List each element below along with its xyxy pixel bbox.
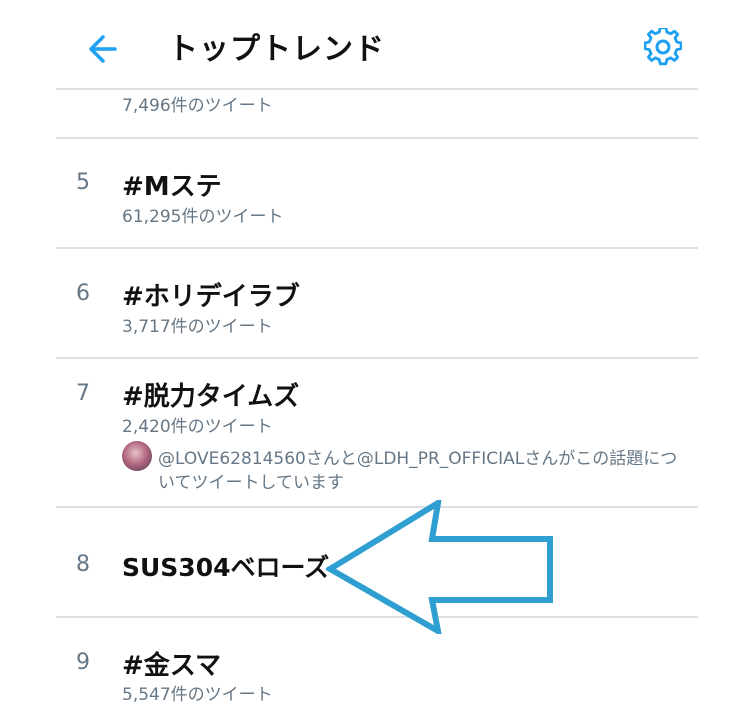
trend-8-name: SUS304ベローズ bbox=[122, 553, 330, 582]
trend-9-name: #金スマ bbox=[122, 651, 222, 681]
trend-8-rank: 8 bbox=[76, 552, 90, 577]
trend-6-name: #ホリデイラブ bbox=[122, 282, 300, 312]
trend-7-name: #脱力タイムズ bbox=[122, 382, 300, 412]
header-divider bbox=[56, 88, 698, 90]
avatar bbox=[122, 441, 152, 471]
trend-7-context-line-1: @LOVE62814560さんと@LDH_PR_OFFICIALさんがこの話題に… bbox=[158, 449, 678, 469]
trend-9-rank: 9 bbox=[76, 650, 90, 675]
page-title: トップトレンド bbox=[168, 32, 385, 67]
trend-7-rank: 7 bbox=[76, 381, 90, 406]
arrow-left-icon bbox=[89, 35, 117, 63]
trend-5-rank: 5 bbox=[76, 170, 90, 195]
trend-7-context-line-2: いてツイートしています bbox=[158, 473, 344, 493]
trend-6-tweet-count: 3,717件のツイート bbox=[122, 317, 273, 337]
trend-6-rank: 6 bbox=[76, 281, 90, 306]
trend-4-tweet-count: 7,496件のツイート bbox=[122, 96, 273, 116]
back-button[interactable] bbox=[84, 32, 122, 66]
trend-5-tweet-count: 61,295件のツイート bbox=[122, 207, 284, 227]
trend-7-tweet-count: 2,420件のツイート bbox=[122, 417, 273, 437]
trend-5-name: #Mステ bbox=[122, 172, 222, 202]
header-bar: トップトレンド bbox=[0, 0, 756, 88]
trend-9-tweet-count: 5,547件のツイート bbox=[122, 685, 273, 705]
gear-icon bbox=[643, 26, 683, 66]
top-trends-screen: トップトレンド 7,496件のツイート 5 #Mステ 61,295件のツイート … bbox=[0, 0, 756, 720]
settings-button[interactable] bbox=[643, 26, 683, 66]
